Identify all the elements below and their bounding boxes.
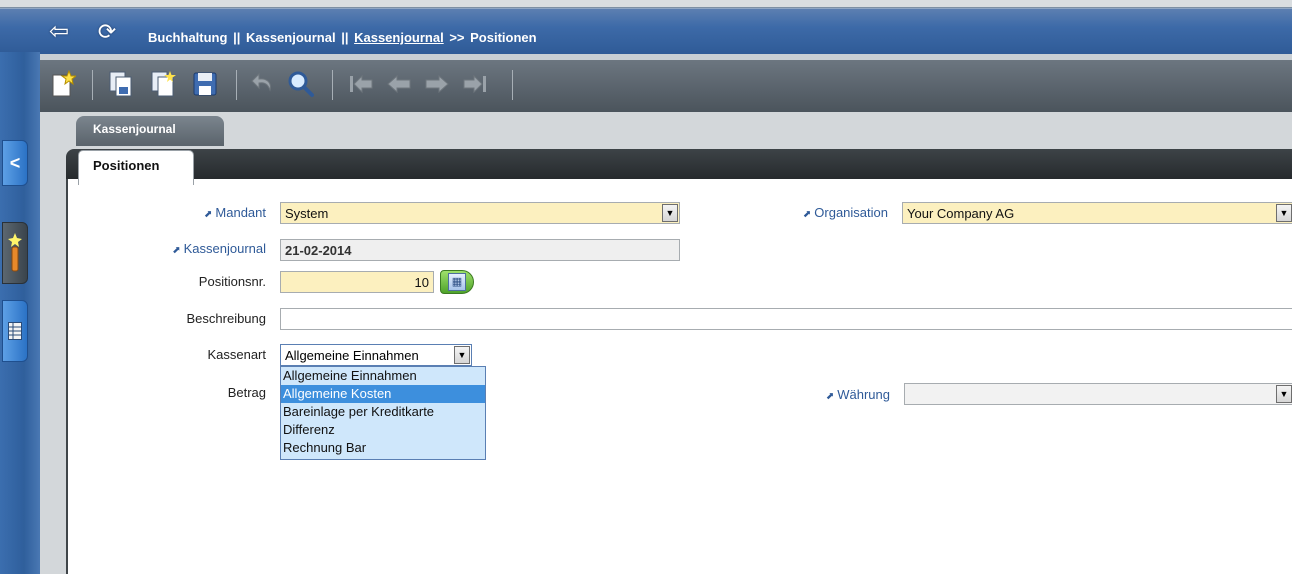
- find-icon[interactable]: [286, 68, 316, 100]
- zoom-arrow-icon: ⬈: [204, 209, 213, 220]
- kassenart-label: Kassenart: [207, 347, 266, 362]
- chevron-left-icon: <: [9, 152, 21, 173]
- calculator-icon[interactable]: ▦: [440, 270, 474, 294]
- tab-area: Kassenjournal Positionen ⬈ Mandant System…: [40, 112, 1292, 574]
- chevron-down-icon[interactable]: ▼: [1276, 204, 1292, 222]
- last-record-icon[interactable]: [460, 68, 490, 100]
- kassenart-option[interactable]: Bareinlage per Kreditkarte: [281, 403, 485, 421]
- waehrung-select[interactable]: ▼: [904, 383, 1292, 405]
- mandant-label[interactable]: ⬈ Mandant: [46, 205, 266, 220]
- beschreibung-input[interactable]: [280, 308, 1292, 330]
- kassenart-option[interactable]: Rechnung Bar: [281, 439, 485, 457]
- previous-record-icon[interactable]: [384, 68, 414, 100]
- subtab-bar: [66, 149, 1292, 179]
- tab-positionen[interactable]: Positionen: [78, 150, 194, 185]
- spreadsheet-icon: [8, 322, 22, 340]
- refresh-icon[interactable]: ⟳: [92, 20, 122, 44]
- calculator-glyph: ▦: [448, 273, 466, 291]
- kassenart-option[interactable]: Differenz: [281, 421, 485, 439]
- undo-icon[interactable]: [248, 68, 278, 100]
- betrag-label: Betrag: [227, 385, 266, 400]
- organisation-value: Your Company AG: [907, 206, 1015, 221]
- spreadsheet-button[interactable]: [2, 300, 28, 362]
- chevron-down-icon[interactable]: ▼: [1276, 385, 1292, 403]
- chevron-down-icon[interactable]: ▼: [454, 346, 470, 364]
- waehrung-label[interactable]: ⬈ Währung: [670, 387, 890, 402]
- copy-record-icon[interactable]: [106, 68, 136, 100]
- arrow-left-icon[interactable]: ⇦: [44, 20, 74, 44]
- tab-kassenjournal[interactable]: Kassenjournal: [76, 116, 224, 146]
- next-record-icon[interactable]: [422, 68, 452, 100]
- zoom-arrow-icon: ⬈: [172, 245, 181, 256]
- breadcrumb-separator: >>: [449, 30, 465, 45]
- copy-details-icon[interactable]: [148, 68, 178, 100]
- kassenart-select[interactable]: Allgemeine Einnahmen ▼: [280, 344, 472, 366]
- organisation-label[interactable]: ⬈ Organisation: [668, 205, 888, 220]
- wand-button[interactable]: [2, 222, 28, 284]
- breadcrumb-current: Positionen: [470, 30, 537, 45]
- mandant-value: System: [285, 206, 329, 221]
- breadcrumb-part-accounting: Buchhaltung: [148, 30, 228, 45]
- zoom-arrow-icon: ⬈: [825, 391, 835, 402]
- positionsnr-input[interactable]: 10: [280, 271, 434, 293]
- breadcrumb-separator: ||: [233, 30, 241, 45]
- wand-icon: [8, 233, 22, 272]
- first-record-icon[interactable]: [346, 68, 376, 100]
- breadcrumb: Buchhaltung || Kassenjournal || Kassenjo…: [148, 30, 537, 45]
- kassenjournal-label[interactable]: ⬈ Kassenjournal: [46, 241, 266, 256]
- zoom-arrow-icon: ⬈: [802, 209, 812, 220]
- left-rail: <: [0, 52, 40, 574]
- breadcrumb-link-journal[interactable]: Kassenjournal: [354, 30, 444, 45]
- breadcrumb-separator: ||: [341, 30, 349, 45]
- new-record-icon[interactable]: [48, 68, 78, 100]
- kassenart-option[interactable]: Allgemeine Einnahmen: [281, 367, 485, 385]
- save-icon[interactable]: [190, 68, 220, 100]
- breadcrumb-part-journal: Kassenjournal: [245, 30, 336, 45]
- beschreibung-label: Beschreibung: [186, 311, 267, 326]
- kassenart-value: Allgemeine Einnahmen: [285, 348, 419, 363]
- form-panel: ⬈ Mandant System ▼ ⬈ Organisation Your Com…: [66, 179, 1292, 574]
- kassenart-dropdown-list: Allgemeine Einnahmen Allgemeine Kosten B…: [280, 366, 486, 460]
- title-bar: ⇦ ⟳ Buchhaltung || Kassenjournal || Kass…: [0, 0, 1292, 60]
- kassenart-option-highlighted[interactable]: Allgemeine Kosten: [281, 385, 485, 403]
- toolbar: [40, 60, 1292, 112]
- kassenjournal-field: 21-02-2014: [280, 239, 680, 261]
- mandant-select[interactable]: System ▼: [280, 202, 680, 224]
- positionsnr-label: Positionsnr.: [198, 274, 266, 289]
- organisation-select[interactable]: Your Company AG ▼: [902, 202, 1292, 224]
- collapse-panel-button[interactable]: <: [2, 140, 28, 186]
